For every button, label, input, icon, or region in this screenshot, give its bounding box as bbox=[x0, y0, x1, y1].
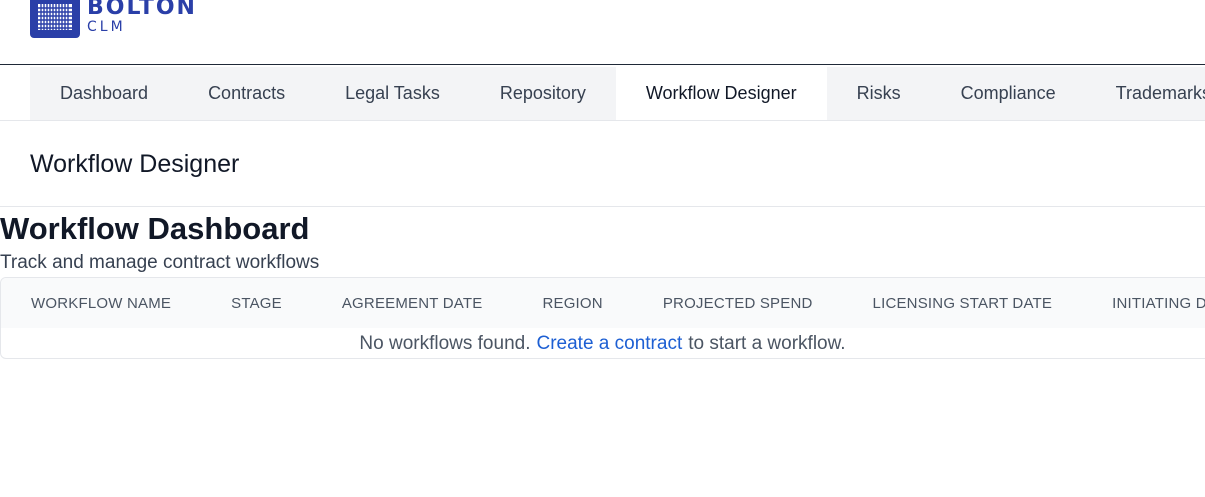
empty-state-text-end: to start a workflow. bbox=[688, 332, 846, 354]
brand-subtitle: CLM bbox=[87, 19, 126, 35]
tab-risks[interactable]: Risks bbox=[827, 67, 931, 120]
grid-logo-icon bbox=[30, 0, 80, 38]
tab-repository[interactable]: Repository bbox=[470, 67, 616, 120]
dashboard-subheading: Track and manage contract workflows bbox=[0, 252, 320, 273]
tab-contracts[interactable]: Contracts bbox=[178, 67, 315, 120]
table-header-row: WORKFLOW NAME STAGE AGREEMENT DATE REGIO… bbox=[1, 278, 1205, 328]
tab-compliance[interactable]: Compliance bbox=[931, 67, 1086, 120]
column-header-licensing-start-date[interactable]: LICENSING START DATE bbox=[843, 295, 1083, 312]
tab-dashboard[interactable]: Dashboard bbox=[30, 67, 178, 120]
workflow-table: WORKFLOW NAME STAGE AGREEMENT DATE REGIO… bbox=[0, 277, 1205, 359]
brand-logo[interactable]: BOLTON CLM bbox=[30, 0, 197, 38]
brand-name: BOLTON bbox=[87, 0, 197, 20]
tab-trademarks[interactable]: Trademarks bbox=[1086, 67, 1205, 120]
create-contract-link[interactable]: Create a contract bbox=[536, 333, 682, 355]
column-header-agreement-date[interactable]: AGREEMENT DATE bbox=[312, 295, 513, 312]
empty-state-text: No workflows found. bbox=[359, 332, 531, 354]
dashboard-heading: Workflow Dashboard bbox=[0, 211, 310, 246]
app-header: BOLTON CLM bbox=[0, 0, 1205, 65]
column-header-workflow-name[interactable]: WORKFLOW NAME bbox=[1, 295, 201, 312]
title-divider bbox=[0, 206, 1205, 207]
tabs-divider bbox=[0, 120, 1205, 121]
column-header-stage[interactable]: STAGE bbox=[201, 295, 312, 312]
empty-state-row: No workflows found. Create a contract to… bbox=[1, 328, 1205, 358]
column-header-region[interactable]: REGION bbox=[512, 295, 632, 312]
tab-workflow-designer[interactable]: Workflow Designer bbox=[615, 67, 827, 120]
page-title: Workflow Designer bbox=[30, 150, 240, 178]
main-nav-tabs: Dashboard Contracts Legal Tasks Reposito… bbox=[30, 67, 1205, 120]
tab-legal-tasks[interactable]: Legal Tasks bbox=[315, 67, 470, 120]
column-header-projected-spend[interactable]: PROJECTED SPEND bbox=[633, 295, 843, 312]
column-header-initiating-department[interactable]: INITIATING DEPARTMENT bbox=[1082, 295, 1205, 312]
